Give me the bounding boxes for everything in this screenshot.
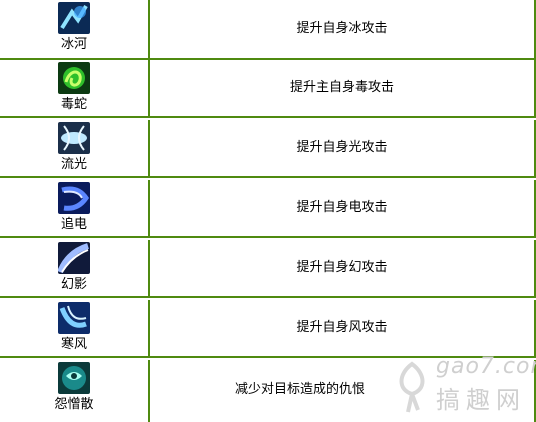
skill-desc-cell: 提升自身风攻击 (150, 300, 536, 356)
resentment-icon (58, 362, 90, 394)
skill-desc: 提升自身幻攻击 (296, 260, 388, 275)
skill-desc-cell: 提升自身冰攻击 (150, 0, 536, 58)
skill-cell: 怨憎散 (0, 360, 150, 422)
skill-desc-cell: 提升自身幻攻击 (150, 240, 536, 296)
skill-desc-cell: 提升自身电攻击 (150, 180, 536, 236)
skill-desc: 提升自身冰攻击 (296, 21, 388, 36)
skill-name: 寒风 (60, 337, 87, 352)
skill-desc: 提升自身风攻击 (296, 320, 388, 335)
table-row: 幻影 提升自身幻攻击 (0, 240, 536, 298)
phantom-icon (58, 242, 90, 274)
skill-desc: 提升自身光攻击 (296, 140, 388, 155)
skill-desc-cell: 提升自身光攻击 (150, 120, 536, 176)
skill-name: 追电 (60, 217, 87, 232)
table-row: 流光 提升自身光攻击 (0, 120, 536, 178)
skill-cell: 寒风 (0, 300, 150, 356)
cold-wind-icon (58, 302, 90, 334)
skill-cell: 冰河 (0, 0, 150, 58)
watermark-logo-icon (392, 360, 432, 416)
light-stream-icon (58, 122, 90, 154)
skill-name: 怨憎散 (54, 397, 94, 412)
site-watermark: gao7.com 搞趣网 (392, 350, 536, 420)
poison-snake-icon (58, 62, 90, 94)
skill-desc: 提升自身电攻击 (296, 200, 388, 215)
table-row: 追电 提升自身电攻击 (0, 180, 536, 238)
skill-cell: 幻影 (0, 240, 150, 296)
skill-desc-cell: 提升主自身毒攻击 (150, 60, 536, 116)
skill-name: 冰河 (60, 37, 87, 52)
skill-name: 毒蛇 (60, 97, 87, 112)
watermark-url: gao7.com (436, 354, 536, 379)
skill-desc: 提升主自身毒攻击 (289, 80, 394, 95)
ice-glacier-icon (58, 2, 90, 34)
table-row: 毒蛇 提升主自身毒攻击 (0, 60, 536, 118)
skill-cell: 毒蛇 (0, 60, 150, 116)
skill-name: 流光 (60, 157, 87, 172)
skill-name: 幻影 (60, 277, 87, 292)
skill-cell: 流光 (0, 120, 150, 176)
watermark-site-name: 搞趣网 (436, 386, 526, 414)
lightning-icon (58, 182, 90, 214)
table-row: 冰河 提升自身冰攻击 (0, 0, 536, 60)
skill-cell: 追电 (0, 180, 150, 236)
